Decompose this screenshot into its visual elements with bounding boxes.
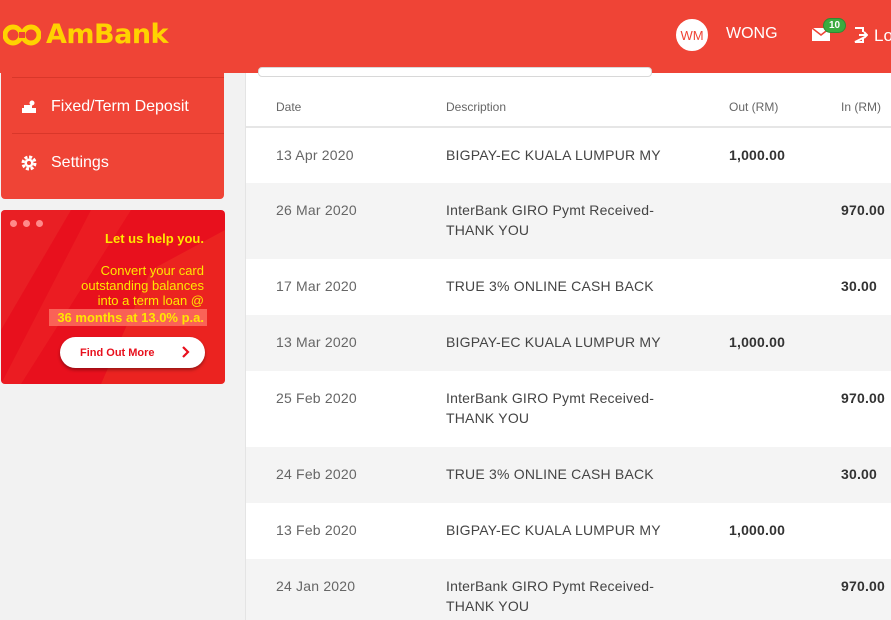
description-line: InterBank GIRO Pymt Received- [446, 578, 655, 594]
row-out-amount: 1,000.00 [729, 334, 786, 350]
ambank-logo-icon [3, 24, 41, 45]
promo-body-line: Convert your card [100, 263, 204, 278]
top-header: AmBank WM WONG 10 Lo [0, 0, 891, 73]
find-out-more-label: Find Out More [80, 346, 155, 359]
menu-divider [12, 77, 224, 78]
description-line: BIGPAY-EC KUALA LUMPUR MY [446, 147, 661, 163]
promo-body-line: outstanding balances [81, 278, 204, 293]
row-in-amount: 970.00 [841, 578, 886, 594]
promo-body: Convert your card outstanding balances i… [4, 263, 204, 308]
description-line: TRUE 3% ONLINE CASH BACK [446, 466, 654, 482]
row-in-amount: 970.00 [841, 390, 886, 406]
carousel-dots[interactable] [10, 220, 43, 227]
description-line: BIGPAY-EC KUALA LUMPUR MY [446, 334, 661, 350]
carousel-dot[interactable] [36, 220, 43, 227]
row-out-amount: 1,000.00 [729, 522, 786, 538]
table-row[interactable]: 17 Mar 2020 TRUE 3% ONLINE CASH BACK 30.… [246, 259, 891, 315]
carousel-dot[interactable] [23, 220, 30, 227]
brand-name: AmBank [46, 19, 169, 50]
table-row[interactable]: 25 Feb 2020 InterBank GIRO Pymt Received… [246, 371, 891, 447]
row-out-amount: 1,000.00 [729, 147, 786, 163]
column-header-out[interactable]: Out (RM) [729, 100, 778, 114]
deposit-icon [22, 100, 36, 113]
table-row[interactable]: 13 Feb 2020 BIGPAY-EC KUALA LUMPUR MY 1,… [246, 503, 891, 559]
description-line: THANK YOU [446, 410, 530, 426]
row-in-amount: 30.00 [841, 278, 878, 294]
row-date: 17 Mar 2020 [276, 278, 357, 294]
find-out-more-button[interactable]: Find Out More [60, 337, 205, 368]
transactions-panel: Date Description Out (RM) In (RM) 13 Apr… [245, 67, 891, 620]
description-line: THANK YOU [446, 598, 530, 614]
gear-icon [21, 155, 37, 171]
description-line: BIGPAY-EC KUALA LUMPUR MY [446, 522, 661, 538]
row-description: InterBank GIRO Pymt Received- THANK YOU [446, 576, 676, 616]
column-header-date[interactable]: Date [276, 100, 301, 114]
table-row[interactable]: 13 Mar 2020 BIGPAY-EC KUALA LUMPUR MY 1,… [246, 315, 891, 371]
row-date: 24 Feb 2020 [276, 466, 357, 482]
sidebar-item-fixed-term-deposit[interactable]: Fixed/Term Deposit [1, 79, 224, 135]
table-row[interactable]: 24 Feb 2020 TRUE 3% ONLINE CASH BACK 30.… [246, 447, 891, 503]
description-line: THANK YOU [446, 222, 530, 238]
logout-icon[interactable] [854, 27, 868, 43]
row-date: 24 Jan 2020 [276, 578, 356, 594]
row-date: 25 Feb 2020 [276, 390, 357, 406]
row-description: TRUE 3% ONLINE CASH BACK [446, 464, 676, 484]
carousel-dot[interactable] [10, 220, 17, 227]
row-description: TRUE 3% ONLINE CASH BACK [446, 276, 676, 296]
promo-headline: Let us help you. [105, 231, 204, 246]
avatar-initials: WM [680, 27, 704, 43]
table-row[interactable]: 13 Apr 2020 BIGPAY-EC KUALA LUMPUR MY 1,… [246, 128, 891, 183]
mail-count-badge: 10 [823, 18, 847, 33]
promo-body-line: into a term loan @ [97, 293, 204, 308]
sidebar-item-label: Fixed/Term Deposit [51, 98, 189, 115]
sidebar-menu: Fixed/Term Deposit Settings [1, 73, 224, 199]
menu-divider [12, 133, 224, 134]
row-date: 13 Apr 2020 [276, 147, 354, 163]
logout-link[interactable]: Lo [874, 26, 891, 46]
sidebar-item-label: Settings [51, 154, 109, 171]
row-in-amount: 30.00 [841, 466, 878, 482]
chevron-right-icon [182, 346, 190, 358]
row-description: BIGPAY-EC KUALA LUMPUR MY [446, 332, 676, 352]
row-date: 13 Feb 2020 [276, 522, 357, 538]
table-header: Date Description Out (RM) In (RM) [246, 73, 891, 128]
description-line: TRUE 3% ONLINE CASH BACK [446, 278, 654, 294]
column-header-in[interactable]: In (RM) [841, 100, 881, 114]
ambank-logo[interactable]: AmBank [3, 19, 169, 50]
row-date: 13 Mar 2020 [276, 334, 357, 350]
row-in-amount: 970.00 [841, 202, 886, 218]
promo-highlight: 36 months at 13.0% p.a. [57, 310, 204, 325]
row-description: InterBank GIRO Pymt Received- THANK YOU [446, 200, 676, 240]
description-line: InterBank GIRO Pymt Received- [446, 202, 655, 218]
avatar[interactable]: WM [676, 19, 708, 51]
description-line: InterBank GIRO Pymt Received- [446, 390, 655, 406]
table-row[interactable]: 24 Jan 2020 InterBank GIRO Pymt Received… [246, 559, 891, 620]
table-row[interactable]: 26 Mar 2020 InterBank GIRO Pymt Received… [246, 183, 891, 259]
promo-banner[interactable]: Let us help you. Convert your card outst… [1, 210, 225, 384]
column-header-description[interactable]: Description [446, 100, 506, 114]
row-description: InterBank GIRO Pymt Received- THANK YOU [446, 388, 676, 428]
sidebar-item-settings[interactable]: Settings [1, 135, 224, 191]
row-date: 26 Mar 2020 [276, 202, 357, 218]
username[interactable]: WONG [726, 25, 778, 43]
row-description: BIGPAY-EC KUALA LUMPUR MY [446, 520, 676, 540]
row-description: BIGPAY-EC KUALA LUMPUR MY [446, 145, 676, 165]
